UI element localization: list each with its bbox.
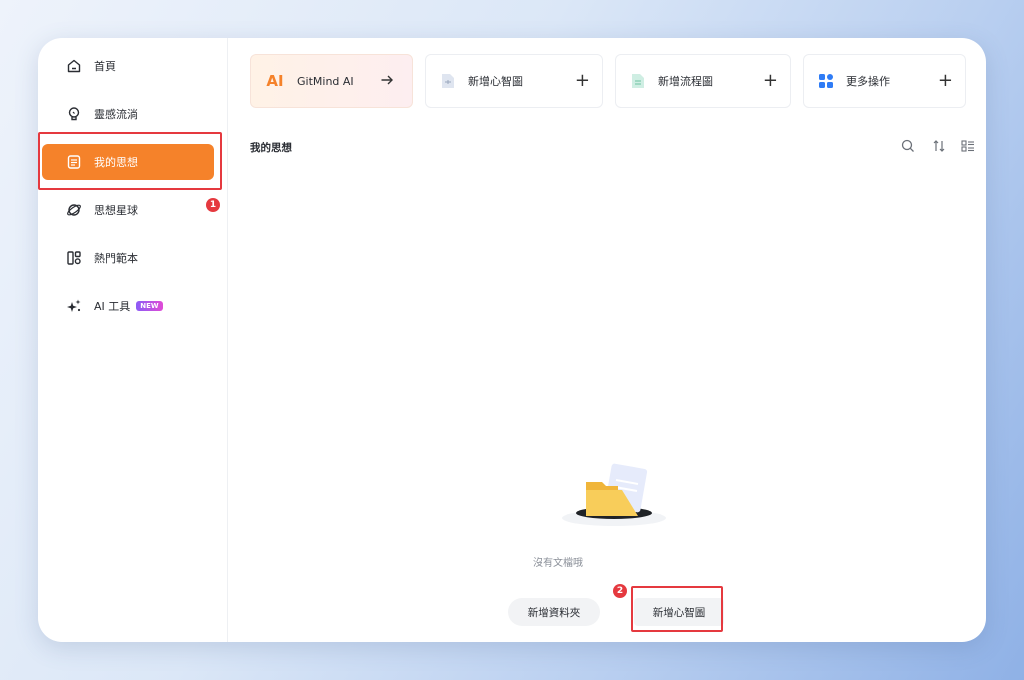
empty-state-text: 沒有文檔哦 <box>533 558 583 569</box>
sidebar-item-label: AI 工具 <box>94 300 131 313</box>
new-flowchart-label: 新增流程圖 <box>658 75 713 88</box>
new-folder-button[interactable]: 新增資料夾 <box>508 598 600 626</box>
sidebar-item-label: 靈感流淌 <box>94 108 138 121</box>
sidebar-item-label: 思想星球 <box>94 204 138 217</box>
lightbulb-icon <box>66 106 82 122</box>
page-title: 我的思想 <box>250 142 292 154</box>
template-icon <box>66 250 82 266</box>
sidebar-item-inspiration[interactable]: 靈感流淌 <box>42 96 214 132</box>
more-actions-label: 更多操作 <box>846 75 890 88</box>
gitmind-ai-label: GitMind AI <box>297 74 354 88</box>
plus-icon: + <box>762 70 778 91</box>
plus-icon: + <box>937 70 953 91</box>
step-badge-2: 2 <box>613 584 627 598</box>
plus-icon: + <box>574 70 590 91</box>
new-mindmap-card[interactable]: 新增心智圖 + <box>425 54 603 108</box>
sidebar: 首頁 靈感流淌 我的思想 思想星球 熱門範本 AI 工具 NEW <box>38 38 228 642</box>
sort-icon[interactable] <box>931 138 947 154</box>
home-icon <box>66 58 82 74</box>
planet-icon <box>66 202 82 218</box>
gitmind-ai-card[interactable]: AI GitMind AI <box>250 54 413 108</box>
flowchart-file-icon <box>630 73 646 89</box>
highlight-box-step2 <box>631 586 723 632</box>
sparkle-icon <box>66 298 82 314</box>
sidebar-item-templates[interactable]: 熱門範本 <box>42 240 214 276</box>
sidebar-item-ai-tools[interactable]: AI 工具 NEW <box>42 288 214 324</box>
arrow-right-icon <box>380 73 394 90</box>
sidebar-item-label: 首頁 <box>94 60 116 73</box>
ai-logo-icon: AI <box>266 72 284 90</box>
highlight-box-step1 <box>38 132 222 190</box>
step-badge-1: 1 <box>206 198 220 212</box>
mindmap-file-icon <box>440 73 456 89</box>
more-actions-card[interactable]: 更多操作 + <box>803 54 966 108</box>
sidebar-item-planet[interactable]: 思想星球 <box>42 192 214 228</box>
search-icon[interactable] <box>900 138 916 154</box>
list-view-icon[interactable] <box>960 138 976 154</box>
grid-apps-icon <box>818 73 834 89</box>
app-window: 首頁 靈感流淌 我的思想 思想星球 熱門範本 AI 工具 NEW 1 AI Gi… <box>38 38 986 642</box>
new-badge: NEW <box>136 301 163 311</box>
new-flowchart-card[interactable]: 新增流程圖 + <box>615 54 791 108</box>
sidebar-item-home[interactable]: 首頁 <box>42 48 214 84</box>
empty-folder-illustration <box>558 460 670 534</box>
sidebar-item-label: 熱門範本 <box>94 252 138 265</box>
new-mindmap-label: 新增心智圖 <box>468 75 523 88</box>
